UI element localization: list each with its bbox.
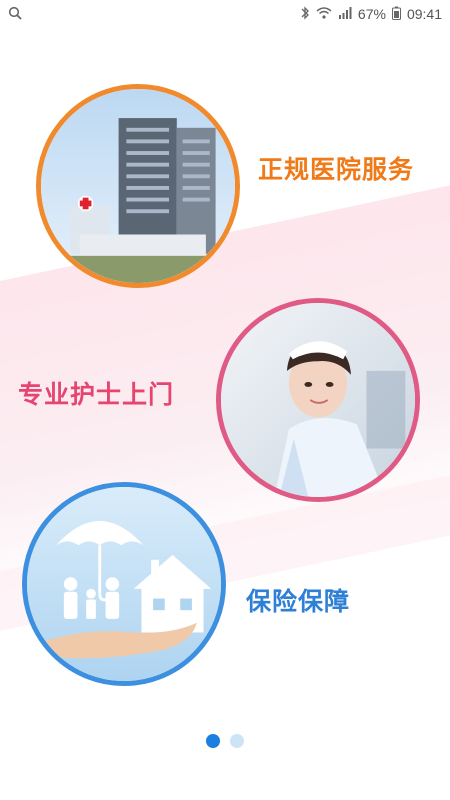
battery-percent: 67% bbox=[357, 6, 386, 22]
hospital-building-image bbox=[36, 84, 240, 288]
feature-title-nurse: 专业护士上门 bbox=[18, 380, 175, 409]
battery-icon bbox=[391, 6, 401, 23]
bluetooth-icon bbox=[300, 5, 310, 23]
wifi-icon bbox=[316, 6, 332, 22]
clock: 09:41 bbox=[406, 6, 442, 22]
nurse-photo bbox=[216, 298, 420, 502]
page-dot-2[interactable] bbox=[230, 734, 244, 748]
status-icons: 67% 09:41 bbox=[300, 5, 442, 23]
feature-title-hospital: 正规医院服务 bbox=[258, 155, 415, 184]
page-dot-1[interactable] bbox=[206, 734, 220, 748]
status-bar: 67% 09:41 bbox=[0, 0, 450, 28]
page-indicator bbox=[0, 734, 450, 748]
feature-title-insurance: 保险保障 bbox=[246, 587, 351, 616]
search-icon[interactable] bbox=[8, 6, 22, 23]
insurance-umbrella-family-image bbox=[22, 482, 226, 686]
signal-icon bbox=[338, 6, 352, 22]
